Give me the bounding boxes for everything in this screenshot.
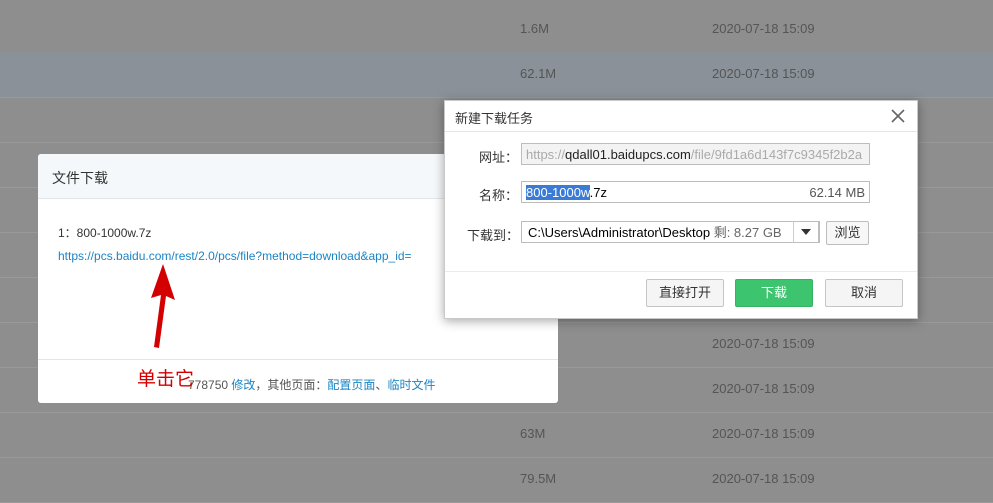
file-date: 2020-07-18 15:09	[712, 21, 815, 36]
file-date: 2020-07-18 15:09	[712, 66, 815, 81]
file-date: 2020-07-18 15:09	[712, 381, 815, 396]
path-label: 下载到：	[467, 228, 520, 243]
file-size: 63M	[520, 426, 546, 441]
file-date: 2020-07-18 15:09	[712, 426, 815, 441]
task-dialog-title: 新建下载任务	[455, 111, 534, 126]
file-date: 2020-07-18 15:09	[712, 336, 815, 351]
file-row[interactable]: 63M 2020-07-18 15:09	[0, 412, 993, 458]
file-row[interactable]: 79.5M 2020-07-18 15:09	[0, 457, 993, 503]
divider	[445, 271, 917, 272]
url-prefix: https://	[526, 147, 566, 162]
path-dropdown-button[interactable]	[793, 221, 819, 243]
red-arrow-icon	[151, 264, 175, 348]
free-space-text: 剩: 8.27 GB	[713, 225, 782, 240]
task-dialog-header: 新建下载任务	[445, 101, 917, 132]
close-icon[interactable]	[890, 108, 906, 124]
name-selected-text: 800-1000w	[526, 185, 590, 200]
url-field[interactable]: https://qdall01.baidupcs.com/file/9fd1a6…	[521, 143, 870, 165]
path-value: C:\Users\Administrator\Desktop	[528, 225, 711, 240]
download-button[interactable]: 下载	[735, 279, 813, 307]
browse-button[interactable]: 浏览	[826, 221, 869, 245]
name-extension: .7z	[589, 185, 607, 200]
file-size: 79.5M	[520, 471, 557, 486]
path-field[interactable]: C:\Users\Administrator\Desktop 剩: 8.27 G…	[521, 221, 820, 243]
cancel-button[interactable]: 取消	[825, 279, 903, 307]
config-page-link[interactable]: 配置页面	[327, 378, 375, 392]
file-row[interactable]: 62.1M 2020-07-18 15:09	[0, 52, 993, 98]
modify-link[interactable]: 修改	[231, 378, 255, 392]
dialog-title: 文件下载	[52, 170, 108, 186]
file-size-text: 62.14 MB	[809, 185, 865, 200]
name-field[interactable]: 800-1000w.7z 62.14 MB	[521, 181, 870, 203]
url-host: qdall01.baidupcs.com	[565, 147, 691, 162]
file-size: 1.6M	[520, 21, 549, 36]
other-pages-label: ，其他页面：	[255, 378, 328, 392]
chevron-down-icon	[801, 229, 811, 235]
separator: 、	[375, 378, 388, 392]
new-download-task-dialog: 新建下载任务 网址： https://qdall01.baidupcs.com/…	[444, 100, 918, 319]
file-row[interactable]: 1.6M 2020-07-18 15:09	[0, 7, 993, 53]
download-link[interactable]: https://pcs.baidu.com/rest/2.0/pcs/file?…	[58, 249, 446, 263]
url-label: 网址：	[479, 150, 519, 165]
temp-files-link[interactable]: 临时文件	[387, 378, 435, 392]
file-size: 62.1M	[520, 66, 557, 81]
dialog-footer: 778750 修改，其他页面：配置页面、临时文件	[38, 359, 558, 403]
annotation-text: 单击它	[137, 369, 195, 390]
url-path: /file/9fd1a6d143f7c9345f2b2a	[690, 147, 863, 162]
file-date: 2020-07-18 15:09	[712, 471, 815, 486]
open-directly-button[interactable]: 直接打开	[646, 279, 724, 307]
name-label: 名称：	[479, 188, 519, 203]
